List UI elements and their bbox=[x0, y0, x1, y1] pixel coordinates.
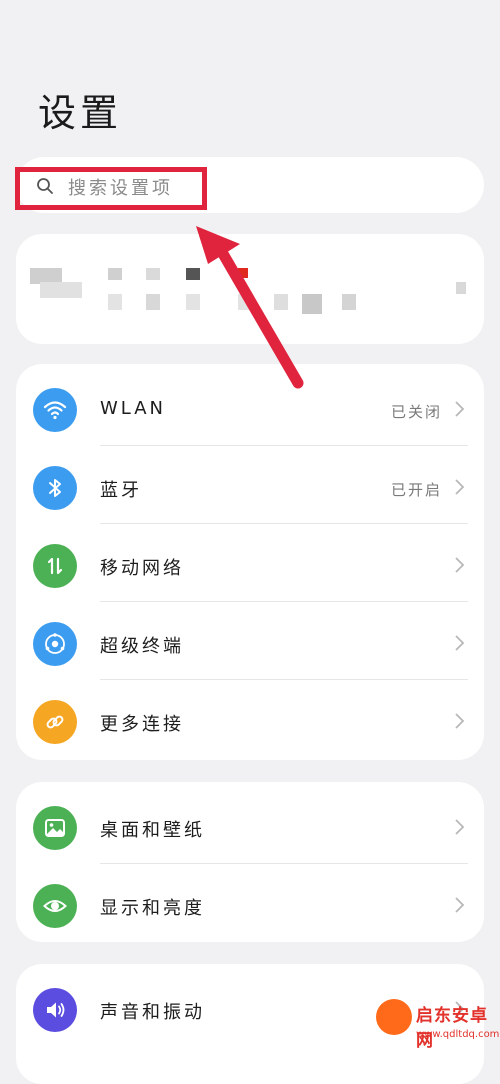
watermark-name: 启东安卓网 bbox=[416, 1006, 488, 1051]
watermark-logo-icon bbox=[376, 999, 412, 1035]
settings-item-display-brightness[interactable]: 显示和亮度 bbox=[16, 864, 484, 942]
account-detail-blur bbox=[342, 294, 356, 310]
settings-item-label: 声音和振动 bbox=[100, 1002, 205, 1023]
bluetooth-icon bbox=[33, 466, 77, 510]
settings-item-label: 显示和亮度 bbox=[100, 898, 205, 919]
mobile-data-icon bbox=[33, 544, 77, 588]
settings-item-more-connections[interactable]: 更多连接 bbox=[16, 680, 484, 758]
avatar-blur bbox=[40, 282, 82, 298]
account-detail-blur bbox=[302, 294, 322, 314]
watermark: 启东安卓网 www.qdltdq.com bbox=[376, 995, 500, 1058]
chevron-right-icon bbox=[455, 401, 465, 417]
settings-item-super-device[interactable]: 超级终端 bbox=[16, 602, 484, 680]
settings-item-label: 桌面和壁纸 bbox=[100, 820, 205, 841]
settings-item-label: 蓝牙 bbox=[100, 480, 142, 501]
watermark-url: www.qdltdq.com bbox=[416, 1029, 500, 1040]
page-title: 设置 bbox=[38, 91, 123, 135]
account-detail-blur bbox=[186, 294, 200, 310]
settings-group-connectivity: WLAN 已关闭 蓝牙 已开启 移动网络 超级终端 更多连接 bbox=[16, 364, 484, 760]
account-name-blur bbox=[146, 268, 160, 280]
account-name-blur bbox=[186, 268, 200, 280]
settings-item-label: 超级终端 bbox=[100, 636, 184, 657]
chevron-right-icon bbox=[455, 557, 465, 573]
eye-icon bbox=[33, 884, 77, 928]
speaker-icon bbox=[33, 988, 77, 1032]
settings-item-home-wallpaper[interactable]: 桌面和壁纸 bbox=[16, 786, 484, 864]
settings-item-label: WLAN bbox=[100, 398, 167, 419]
super-device-icon bbox=[33, 622, 77, 666]
image-icon bbox=[33, 806, 77, 850]
settings-item-status: 已关闭 bbox=[390, 403, 442, 421]
account-detail-blur bbox=[274, 294, 288, 310]
account-detail-blur bbox=[146, 294, 160, 310]
chevron-right-icon bbox=[455, 479, 465, 495]
settings-item-wlan[interactable]: WLAN 已关闭 bbox=[16, 368, 484, 446]
chevron-right-icon bbox=[455, 897, 465, 913]
chevron-right-icon bbox=[455, 713, 465, 729]
settings-item-bluetooth[interactable]: 蓝牙 已开启 bbox=[16, 446, 484, 524]
settings-group-display: 桌面和壁纸 显示和亮度 bbox=[16, 782, 484, 942]
account-detail-blur bbox=[108, 294, 122, 310]
wifi-icon bbox=[33, 388, 77, 432]
settings-item-mobile-network[interactable]: 移动网络 bbox=[16, 524, 484, 602]
settings-item-label: 移动网络 bbox=[100, 558, 184, 579]
link-icon bbox=[33, 700, 77, 744]
chevron-right-icon bbox=[455, 819, 465, 835]
settings-item-status: 已开启 bbox=[390, 481, 442, 499]
account-name-blur bbox=[108, 268, 122, 280]
search-highlight-box bbox=[15, 167, 207, 210]
chevron-right-icon bbox=[455, 635, 465, 651]
account-detail-blur bbox=[238, 294, 252, 310]
account-card[interactable] bbox=[16, 234, 484, 344]
settings-item-label: 更多连接 bbox=[100, 714, 184, 735]
account-badge bbox=[238, 268, 248, 278]
account-chevron-blur bbox=[456, 282, 466, 294]
